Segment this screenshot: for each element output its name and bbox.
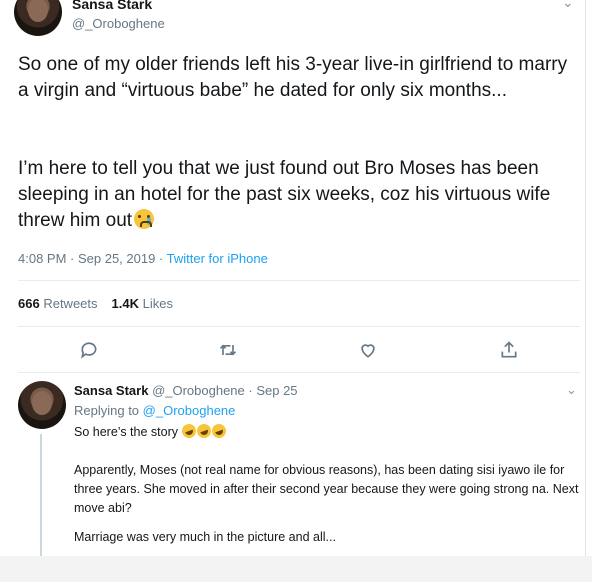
panel-border [585,0,586,556]
tweet-paragraph-1: So one of my older friends left his 3-ye… [18,54,568,101]
divider [18,280,580,281]
reply-header: Sansa Stark @_Oroboghene · Sep 25 [74,383,298,398]
chevron-down-icon[interactable]: ⌄ [562,0,574,11]
tweet-paragraph-2: I’m here to tell you that we just found … [18,156,578,234]
reply-display-name[interactable]: Sansa Stark [74,383,148,398]
divider [18,326,580,327]
divider [18,372,580,373]
tweet-stats: 666 Retweets 1.4K Likes [18,296,173,311]
reply-icon[interactable] [79,340,99,360]
retweets-count: 666 [18,296,40,311]
tweet-paragraph-2-text: I’m here to tell you that we just found … [18,158,551,231]
retweets-label: Retweets [43,296,98,311]
replying-handle[interactable]: @_Oroboghene [143,403,236,418]
replying-to: Replying to @_Oroboghene [74,403,235,418]
thread-line [40,434,42,556]
retweet-icon[interactable] [218,340,238,360]
tweet-source[interactable]: Twitter for iPhone [167,251,268,266]
tweet-screenshot: Sansa Stark @_Oroboghene ⌄ So one of my … [0,0,592,582]
main-avatar[interactable] [14,0,62,36]
reply-avatar[interactable] [18,381,66,429]
retweets-stat[interactable]: 666 Retweets [18,296,98,311]
reply-line-1: So here’s the story [74,422,580,442]
like-icon[interactable] [358,340,378,360]
bottom-margin [0,556,592,582]
likes-stat[interactable]: 1.4K Likes [112,296,173,311]
likes-label: Likes [142,296,173,311]
replying-prefix: Replying to [74,403,140,418]
tweet-meta: 4:08 PM · Sep 25, 2019 · Twitter for iPh… [18,251,268,266]
tweet-timestamp[interactable]: 4:08 PM · Sep 25, 2019 · [18,251,167,266]
share-icon[interactable] [499,340,519,360]
main-display-name[interactable]: Sansa Stark [72,0,152,12]
reply-line-3: Marriage was very much in the picture an… [74,530,336,544]
likes-count: 1.4K [111,296,139,311]
reply-line-1-text: So here’s the story [74,425,178,439]
reply-handle-date[interactable]: @_Oroboghene · Sep 25 [152,383,297,398]
rolling-laughing-emoji-icon [210,422,229,440]
main-handle[interactable]: @_Oroboghene [72,16,165,31]
reply-line-2: Apparently, Moses (not real name for obv… [74,463,579,515]
chevron-down-icon[interactable]: ⌄ [566,382,577,398]
crying-face-emoji-icon [134,209,155,229]
